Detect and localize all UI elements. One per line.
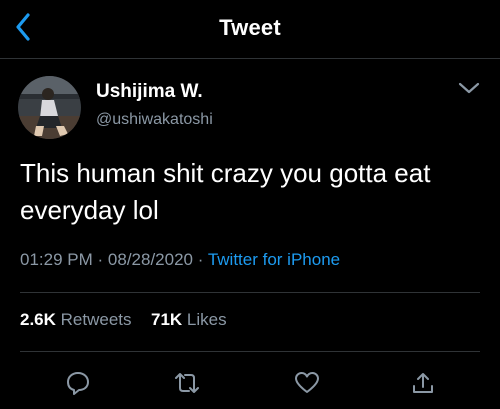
retweets-label: Retweets [60, 310, 132, 329]
share-button[interactable] [408, 370, 438, 400]
action-bar [0, 370, 500, 400]
likes-stat[interactable]: 71K Likes [151, 310, 227, 329]
meta-separator: · [197, 250, 204, 269]
more-options-button[interactable] [456, 80, 482, 100]
meta-separator: · [97, 250, 104, 269]
retweet-button[interactable] [172, 370, 202, 400]
tweet-source-link[interactable]: Twitter for iPhone [208, 250, 340, 269]
author-name[interactable]: Ushijima W. [96, 81, 203, 103]
retweets-stat[interactable]: 2.6K Retweets [20, 310, 136, 329]
retweet-icon [173, 370, 201, 401]
likes-label: Likes [186, 310, 227, 329]
tweet-date: 08/28/2020 [107, 250, 193, 269]
tweet-meta: 01:29 PM · 08/28/2020 · Twitter for iPho… [20, 250, 340, 270]
divider [20, 351, 480, 352]
reply-button[interactable] [63, 370, 93, 400]
retweets-count: 2.6K [20, 310, 56, 329]
share-icon [410, 370, 436, 401]
tweet-stats: 2.6K Retweets 71K Likes [20, 310, 227, 330]
chevron-down-icon [458, 81, 480, 100]
tweet-time: 01:29 PM [20, 250, 93, 269]
like-button[interactable] [292, 370, 322, 400]
page-title: Tweet [219, 15, 281, 40]
heart-icon [294, 370, 320, 401]
likes-count: 71K [151, 310, 183, 329]
tweet-text: This human shit crazy you gotta eat ever… [20, 158, 431, 225]
author-handle[interactable]: @ushiwakatoshi [96, 111, 213, 129]
avatar[interactable] [18, 76, 81, 139]
reply-icon [65, 370, 91, 401]
top-bar: Tweet [0, 0, 500, 59]
divider [20, 292, 480, 293]
